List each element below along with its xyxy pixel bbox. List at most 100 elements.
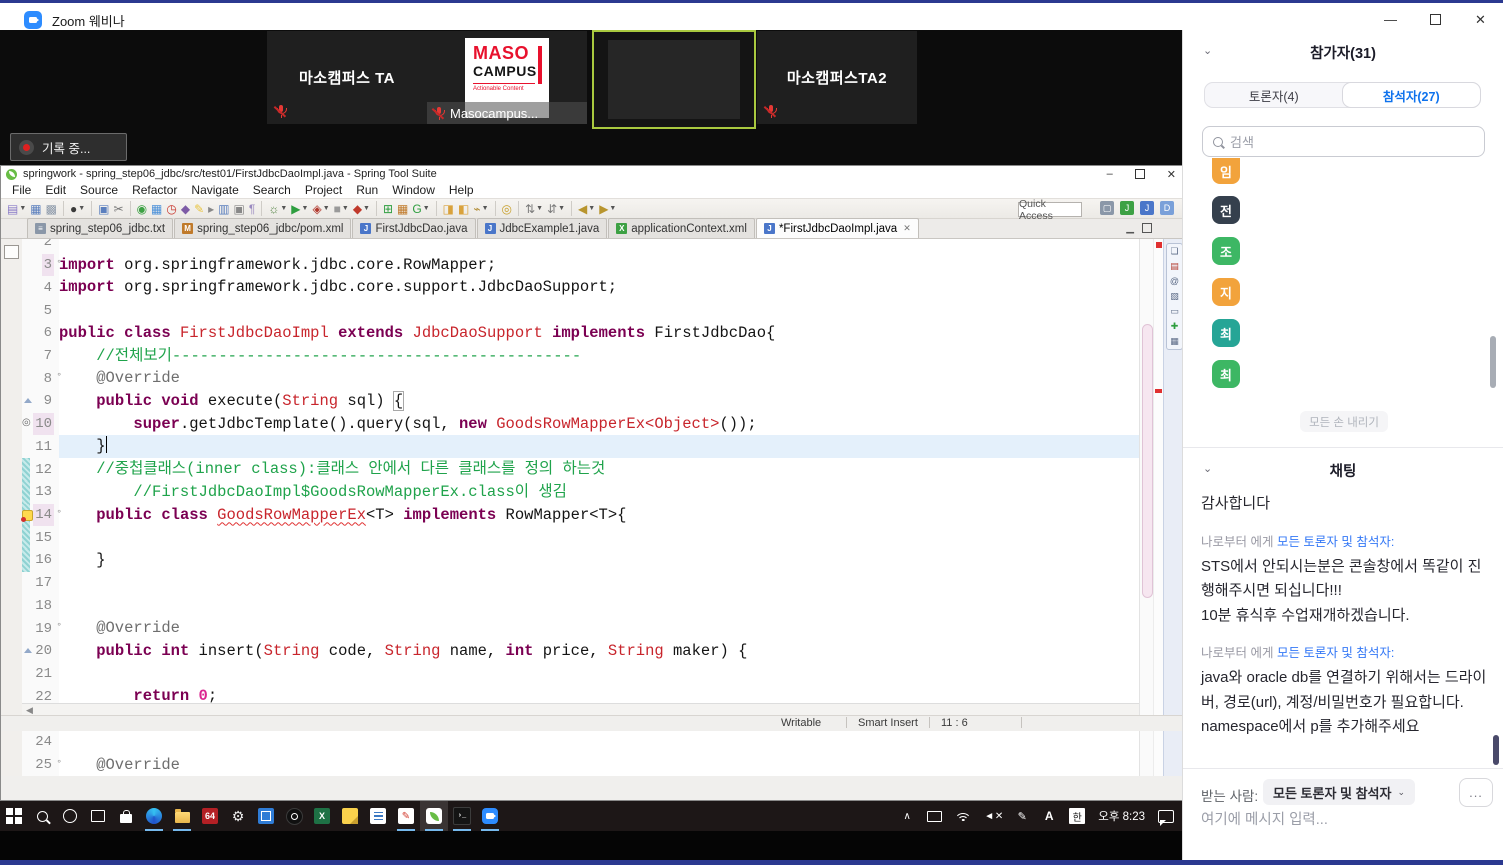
participant-avatar-6[interactable]: 최 (1212, 360, 1240, 388)
gutter[interactable]: 24 (22, 730, 59, 754)
link-editor-button[interactable]: ▥ (216, 200, 231, 217)
code-text[interactable] (59, 299, 1139, 322)
menu-help[interactable]: Help (442, 183, 481, 197)
code-text[interactable]: @Override (59, 617, 1139, 640)
chat-recipients-link[interactable]: 모든 토론자 및 참석자: (1277, 646, 1394, 660)
grid-view-button[interactable]: ▦ (149, 200, 164, 217)
taskbar-notepad-icon[interactable] (364, 801, 392, 831)
collapsed-view-strip-left[interactable] (1, 239, 23, 776)
participant-avatar-5[interactable]: 최 (1212, 319, 1240, 347)
refresh-clock-button[interactable]: ◷ (164, 200, 178, 217)
taskbar-excel-icon[interactable]: X (308, 801, 336, 831)
cut-button[interactable]: ✂ (112, 200, 126, 217)
java-perspective-icon[interactable]: J (1140, 201, 1154, 215)
gutter[interactable]: 6 (22, 321, 59, 345)
gutter[interactable]: 19 ∘ (22, 617, 62, 640)
editor-minimize-icon[interactable]: ▁ (1126, 223, 1134, 234)
recording-indicator[interactable]: 기록 중... (10, 133, 127, 161)
scrollbar-thumb[interactable] (1142, 324, 1153, 598)
open-perspective-icon[interactable]: ▢ (1100, 201, 1114, 215)
code-text[interactable]: public class FirstJdbcDaoImpl extends Jd… (59, 322, 1139, 345)
taskbar-spring-tool-suite-icon[interactable] (420, 801, 448, 831)
tab-panelists[interactable]: 토론자(4) (1205, 83, 1343, 107)
tray-ime-korean-icon[interactable]: 한 (1069, 808, 1086, 824)
code-line-5[interactable]: 5 (22, 299, 1139, 322)
participant-avatar-2[interactable]: 전 (1212, 196, 1240, 224)
code-line-17[interactable]: 17 (22, 571, 1139, 595)
code-line-2[interactable]: 2 (22, 239, 1139, 254)
new-wizard-button[interactable]: ▤ ▼ (5, 200, 28, 217)
debug-attach-button[interactable]: ● ▼ (68, 200, 87, 217)
new-java-class-button[interactable]: ⊞ (381, 200, 395, 217)
menu-run[interactable]: Run (349, 183, 385, 197)
taskbar-sixty-four-icon[interactable]: 64 (196, 801, 224, 831)
code-line-13[interactable]: 13 //FirstJdbcDaoImpl$GoodsRowMapperEx.c… (22, 480, 1139, 504)
back-button[interactable]: ◀ ▼ (576, 200, 597, 217)
participants-scrollbar[interactable] (1490, 336, 1496, 388)
code-line-4[interactable]: 4 import org.springframework.jdbc.core.su… (22, 276, 1139, 300)
chat-message-1[interactable]: 감사합니다 (1201, 492, 1489, 517)
editor-tab-firstjdbcdao-java[interactable]: J FirstJdbcDao.java (352, 218, 476, 238)
highlight-pen-button[interactable]: ✎ (192, 200, 206, 217)
ide-minimize-button[interactable]: – (1107, 168, 1113, 180)
open-file-button[interactable]: ◧ (456, 200, 471, 217)
run-history-button[interactable]: ◆ ▼ (351, 200, 372, 217)
tray-wifi-icon[interactable] (955, 811, 972, 821)
restore-view-icon[interactable]: ❏ (1170, 247, 1178, 256)
code-line-15[interactable]: 15 (22, 526, 1139, 550)
code-line-12[interactable]: 12 //중첩클래스(inner class):클래스 안에서 다른 클래스를 … (22, 458, 1139, 481)
code-line-10[interactable]: ◎ 10 super.getJdbcTemplate().query(sql, n… (22, 412, 1139, 436)
fold-toggle-icon[interactable]: ∘ (56, 619, 62, 630)
search-button[interactable]: ⌁ ▼ (471, 200, 490, 217)
gutter[interactable]: 15 (22, 526, 59, 550)
code-text[interactable]: super.getJdbcTemplate().query(sql, new G… (59, 413, 1139, 436)
debug-perspective-icon[interactable]: D (1160, 201, 1174, 215)
code-line-8[interactable]: 8 ∘ @Override (22, 367, 1139, 391)
taskbar-search-icon[interactable] (28, 801, 56, 831)
chat-recipients-link[interactable]: 모든 토론자 및 참석자: (1277, 535, 1394, 549)
editor-tab-applicationcontext-xml[interactable]: XapplicationContext.xml (608, 218, 755, 238)
jee-perspective-icon[interactable]: J (1120, 201, 1134, 215)
taskbar-edge-icon[interactable] (140, 801, 168, 831)
taskbar-red-editor-icon[interactable]: ✎ (392, 801, 420, 831)
error-marker[interactable] (1155, 389, 1162, 393)
menu-project[interactable]: Project (298, 183, 349, 197)
code-line-20[interactable]: 20 public int insert(String code, String… (22, 639, 1139, 663)
gutter[interactable]: 16 (22, 549, 59, 572)
gutter[interactable]: 9 (22, 390, 59, 413)
video-tile-masocampus[interactable]: MASO CAMPUS Actionable Content Masocampu… (427, 31, 587, 124)
gutter[interactable]: 18 (22, 594, 59, 618)
new-package-button[interactable]: ▦ (395, 200, 410, 217)
code-text[interactable] (59, 663, 1139, 686)
collapsed-view-strip-right[interactable]: ❏ ▤ @ ▧ ▭ ✚ ▦ (1163, 239, 1182, 776)
code-line-24[interactable]: 24 (22, 730, 1139, 754)
code-editor[interactable]: 2 3 ∘ import org.springframework.jdbc.core.… (1, 239, 1182, 776)
add-view-icon[interactable]: ✚ (1171, 322, 1179, 331)
code-text[interactable]: } (59, 435, 1139, 459)
ide-restore-button[interactable] (1134, 169, 1145, 179)
code-text[interactable] (59, 526, 1139, 549)
gutter[interactable]: 11 (22, 435, 59, 459)
code-line-11[interactable]: 11 } (22, 435, 1139, 459)
code-text[interactable] (59, 595, 1139, 618)
taskbar-file-explorer-icon[interactable] (168, 801, 196, 831)
send-to-dropdown[interactable]: 모든 토론자 및 참석자 ⌄ (1263, 779, 1416, 805)
editor-vertical-scrollbar[interactable] (1139, 239, 1154, 776)
code-line-6[interactable]: 6 public class FirstJdbcDaoImpl extends J… (22, 321, 1139, 345)
tray-chevron-icon[interactable]: ∧ (900, 811, 914, 822)
code-text[interactable]: //FirstJdbcDaoImpl$GoodsRowMapperEx.clas… (59, 481, 1139, 504)
coverage-button[interactable]: ◈ ▼ (310, 200, 331, 217)
gutter[interactable]: ◎ 10 (22, 412, 59, 436)
gutter[interactable]: 14 ∘ (21, 503, 62, 527)
tray-clock[interactable]: 오후 8:23 (1098, 808, 1145, 824)
save-button[interactable]: ▦ (28, 200, 43, 217)
open-window-button[interactable]: ▣ (96, 200, 111, 217)
fold-toggle-icon[interactable]: ∘ (56, 256, 62, 267)
gutter[interactable]: 8 ∘ (22, 367, 62, 391)
annotations-view-icon[interactable]: @ (1170, 277, 1179, 286)
chat-messages[interactable]: 감사합니다 나로부터 에게 모든 토론자 및 참석자: STS에서 안되시는분은 콘… (1201, 492, 1489, 754)
code-line-18[interactable]: 18 (22, 594, 1139, 618)
participant-avatar-3[interactable]: 조 (1212, 237, 1240, 265)
error-quickfix-icon[interactable] (21, 509, 33, 522)
debug-button[interactable]: ☼ ▼ (266, 200, 289, 217)
